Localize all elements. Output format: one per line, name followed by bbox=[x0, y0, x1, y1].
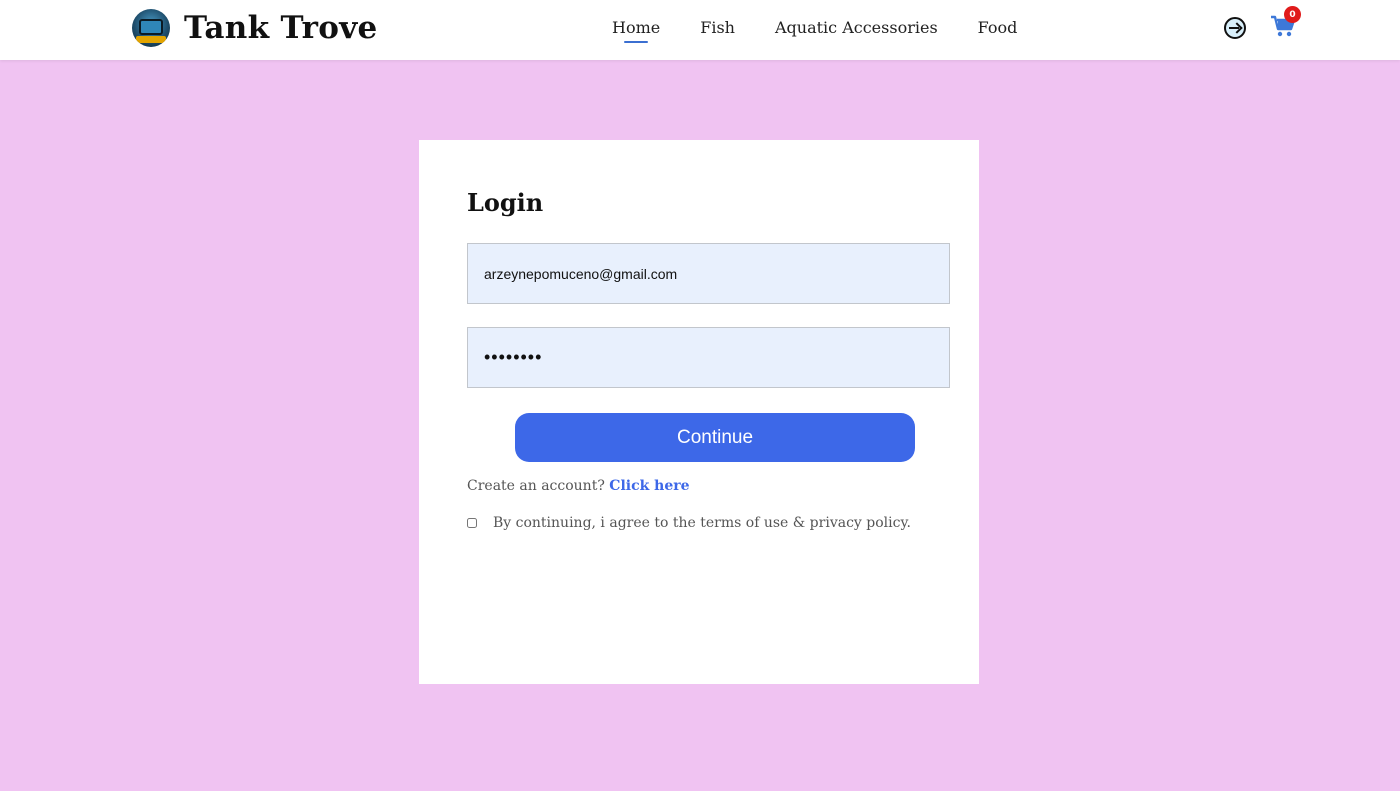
terms-checkbox[interactable] bbox=[467, 518, 477, 528]
nav-link-food[interactable]: Food bbox=[978, 18, 1018, 37]
terms-label: By continuing, i agree to the terms of u… bbox=[493, 515, 911, 531]
signup-prompt-text: Create an account? bbox=[467, 478, 605, 494]
aquarium-stand-graphic bbox=[136, 36, 166, 43]
cart-count-badge: 0 bbox=[1284, 6, 1301, 23]
password-field[interactable] bbox=[467, 327, 950, 388]
nav-link-home[interactable]: Home bbox=[612, 18, 660, 43]
login-arrow-icon[interactable] bbox=[1224, 17, 1246, 39]
signup-prompt: Create an account? Click here bbox=[467, 478, 690, 494]
nav-link-fish[interactable]: Fish bbox=[700, 18, 735, 37]
login-title: Login bbox=[467, 188, 544, 217]
brand-name[interactable]: Tank Trove bbox=[184, 10, 378, 46]
signup-link[interactable]: Click here bbox=[609, 478, 689, 494]
top-navbar: Tank Trove Home Fish Aquatic Accessories… bbox=[0, 0, 1400, 60]
cart-button[interactable]: 0 bbox=[1270, 6, 1301, 42]
nav-link-aquatic-accessories[interactable]: Aquatic Accessories bbox=[775, 18, 938, 37]
tank-trove-logo bbox=[132, 9, 170, 47]
continue-button[interactable]: Continue bbox=[515, 413, 915, 462]
terms-agreement: By continuing, i agree to the terms of u… bbox=[467, 515, 911, 531]
main-nav: Home Fish Aquatic Accessories Food bbox=[612, 18, 1057, 43]
arrow-right-icon bbox=[1229, 27, 1239, 29]
email-field[interactable] bbox=[467, 243, 950, 304]
aquarium-tank-graphic bbox=[139, 19, 163, 35]
brand[interactable]: Tank Trove bbox=[132, 9, 378, 47]
login-card: Login Continue Create an account? Click … bbox=[419, 140, 979, 684]
